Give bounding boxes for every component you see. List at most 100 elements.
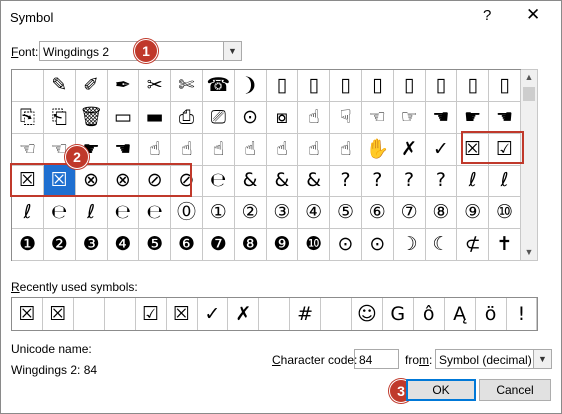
symbol-cell[interactable]: ▯	[425, 70, 458, 102]
symbol-cell[interactable]: ☝	[139, 133, 172, 166]
scroll-thumb[interactable]	[523, 87, 535, 101]
symbol-cell[interactable]: ℮	[202, 165, 235, 198]
symbol-cell[interactable]: ℓ	[75, 197, 108, 230]
symbol-cell[interactable]: ▯	[266, 70, 299, 102]
symbol-cell[interactable]: 🗑	[75, 101, 108, 134]
symbol-cell[interactable]: ⑨	[457, 197, 490, 230]
symbol-cell[interactable]: ⎗	[43, 101, 76, 134]
recent-symbol-cell[interactable]: ☺	[352, 298, 383, 330]
symbol-cell[interactable]: ▯	[393, 70, 426, 102]
recent-symbol-cell[interactable]: ✗	[228, 298, 260, 330]
symbol-cell[interactable]: ☟	[330, 101, 362, 134]
symbol-cell[interactable]: ☞	[393, 101, 426, 134]
symbol-cell[interactable]: ⑥	[361, 197, 394, 230]
symbol-cell[interactable]: ✄	[171, 70, 203, 102]
ok-button[interactable]: OK	[406, 379, 476, 401]
symbol-cell[interactable]: ☛	[457, 101, 490, 134]
symbol-cell[interactable]: ③	[266, 197, 299, 230]
symbol-cell[interactable]: ⊄	[457, 229, 490, 261]
symbol-cell[interactable]	[12, 70, 44, 102]
symbol-cell[interactable]: ☝	[330, 133, 362, 166]
symbol-cell[interactable]: ✎	[43, 70, 76, 102]
symbol-cell[interactable]: &	[298, 165, 331, 198]
symbol-cell[interactable]: ❩	[234, 70, 267, 102]
symbol-cell[interactable]: ☜	[12, 133, 44, 166]
symbol-cell[interactable]: ▯	[298, 70, 331, 102]
symbol-cell[interactable]: ☝	[202, 133, 235, 166]
symbol-cell[interactable]: ④	[298, 197, 331, 230]
symbol-cell[interactable]: ☽	[393, 229, 426, 261]
symbol-cell[interactable]: ℮	[139, 197, 172, 230]
symbol-cell[interactable]: ☝	[171, 133, 203, 166]
symbol-cell[interactable]: ✗	[393, 133, 426, 166]
symbol-cell[interactable]: ⑤	[330, 197, 362, 230]
symbol-cell[interactable]: ⊙	[361, 229, 394, 261]
symbol-cell[interactable]: ?	[393, 165, 426, 198]
symbol-cell[interactable]: ⎘	[12, 101, 44, 134]
symbol-cell[interactable]: ☜	[361, 101, 394, 134]
recently-used-symbols[interactable]: ☒ ☒ ☑ ☒ ✓ ✗ # ☺ Gô Ąö!	[11, 297, 538, 331]
symbol-cell[interactable]: ?	[361, 165, 394, 198]
symbol-cell[interactable]: ⑦	[393, 197, 426, 230]
recent-symbol-cell[interactable]: ☒	[12, 298, 43, 330]
symbol-cell[interactable]: ℮	[107, 197, 140, 230]
symbol-cell[interactable]: ✋	[361, 133, 394, 166]
symbol-cell[interactable]: ?	[330, 165, 362, 198]
symbol-cell[interactable]: ⊙	[234, 101, 267, 134]
symbol-cell[interactable]: ❾	[266, 229, 299, 261]
symbol-cell[interactable]: ▭	[107, 101, 140, 134]
symbol-cell[interactable]: &	[266, 165, 299, 198]
symbol-cell[interactable]: ❽	[234, 229, 267, 261]
symbol-cell[interactable]: ✒	[107, 70, 140, 102]
symbol-cell[interactable]: ❼	[202, 229, 235, 261]
symbol-cell[interactable]: ❺	[139, 229, 172, 261]
recent-symbol-cell[interactable]: ☑	[136, 298, 167, 330]
symbol-cell[interactable]: ❸	[75, 229, 108, 261]
recent-symbol-cell[interactable]: ô	[414, 298, 445, 330]
symbol-cell[interactable]: ✐	[75, 70, 108, 102]
scroll-down-icon[interactable]: ▼	[521, 247, 537, 257]
symbol-cell[interactable]: ☝	[234, 133, 267, 166]
close-icon[interactable]: ✕	[526, 5, 540, 25]
symbol-cell[interactable]: ☚	[489, 101, 521, 134]
symbol-cell[interactable]: ▯	[361, 70, 394, 102]
symbol-cell[interactable]: ▯	[457, 70, 490, 102]
recent-symbol-cell[interactable]	[74, 298, 105, 330]
symbol-cell[interactable]: ▯	[330, 70, 362, 102]
symbol-cell[interactable]: ▯	[489, 70, 521, 102]
recent-symbol-cell[interactable]: ö	[476, 298, 507, 330]
symbol-cell[interactable]: ✂	[139, 70, 172, 102]
recent-symbol-cell[interactable]	[105, 298, 136, 330]
symbol-cell[interactable]: ▬	[139, 101, 172, 134]
recent-symbol-cell[interactable]	[259, 298, 291, 330]
recent-symbol-cell[interactable]: ☒	[167, 298, 198, 330]
symbol-cell[interactable]: ⎚	[202, 101, 235, 134]
recent-symbol-cell[interactable]: Ą	[445, 298, 476, 330]
symbol-cell[interactable]: ✓	[425, 133, 458, 166]
symbol-cell[interactable]: ?	[425, 165, 458, 198]
symbol-cell[interactable]: ❻	[171, 229, 203, 261]
symbol-cell[interactable]: ☚	[425, 101, 458, 134]
symbol-cell[interactable]: ☚	[107, 133, 140, 166]
symbol-cell[interactable]: ❿	[298, 229, 331, 261]
symbol-cell[interactable]: ℓ	[12, 197, 44, 230]
recent-symbol-cell[interactable]: !	[506, 298, 538, 330]
recent-symbol-cell[interactable]	[321, 298, 352, 330]
symbol-cell[interactable]: ❹	[107, 229, 140, 261]
symbol-cell[interactable]: ℮	[43, 197, 76, 230]
recent-symbol-cell[interactable]: #	[290, 298, 322, 330]
symbol-cell[interactable]: ☾	[425, 229, 458, 261]
character-code-input[interactable]: 84	[354, 349, 399, 369]
chevron-down-icon[interactable]: ▼	[533, 350, 551, 368]
symbol-grid-scrollbar[interactable]: ▲ ▼	[521, 69, 538, 261]
symbol-cell[interactable]: ⑧	[425, 197, 458, 230]
symbol-cell[interactable]: ✝	[489, 229, 521, 261]
from-select[interactable]: Symbol (decimal) ▼	[435, 349, 552, 369]
symbol-cell[interactable]: ❶	[12, 229, 44, 261]
recent-symbol-cell[interactable]: ✓	[197, 298, 229, 330]
chevron-down-icon[interactable]: ▼	[223, 42, 241, 60]
symbol-cell[interactable]: ☝	[298, 133, 331, 166]
symbol-cell[interactable]: ⎙	[171, 101, 203, 134]
symbol-cell[interactable]: ℓ	[457, 165, 490, 198]
cancel-button[interactable]: Cancel	[479, 379, 551, 401]
